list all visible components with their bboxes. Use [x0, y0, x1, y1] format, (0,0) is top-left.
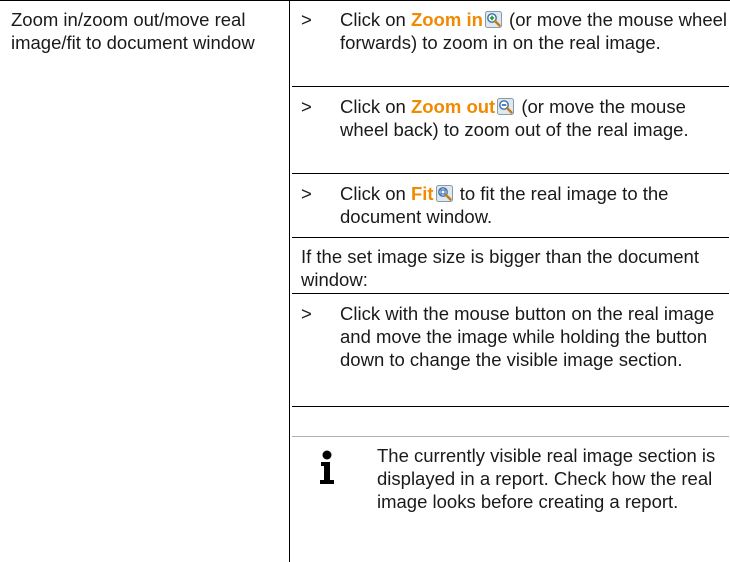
function-label: Zoom in/zoom out/move real image/fit to …	[11, 9, 255, 53]
step-text: Click on Zoom in (or move the mouse whee…	[340, 8, 730, 54]
step-prefix: Click on	[340, 183, 411, 204]
condition-text: If the set image size is bigger than the…	[301, 246, 699, 290]
row-divider	[292, 173, 729, 174]
step-marker: >	[301, 183, 312, 204]
zoom-out-keyword: Zoom out	[410, 96, 496, 117]
note-divider	[292, 436, 729, 437]
description-cell: > Click on Zoom in (or move the mouse wh…	[291, 0, 730, 562]
step-fit: > Click on Fit to fit the real image to …	[301, 182, 729, 228]
zoom-in-keyword: Zoom in	[410, 9, 483, 30]
fit-icon	[435, 184, 453, 202]
fit-keyword: Fit	[410, 183, 434, 204]
step-text: Click with the mouse button on the real …	[340, 303, 715, 370]
step-marker: >	[301, 303, 312, 324]
row-divider	[292, 86, 729, 87]
step-text: Click on Fit to fit the real image to th…	[340, 182, 730, 228]
zoom-out-icon	[497, 97, 515, 115]
step-marker: >	[301, 9, 312, 30]
step-zoom-out: > Click on Zoom out (or move the mouse w…	[301, 95, 729, 165]
step-marker: >	[301, 96, 312, 117]
row-divider	[292, 237, 729, 238]
row-divider	[292, 406, 729, 407]
note-text: The currently visible real image section…	[377, 445, 716, 512]
info-icon	[315, 450, 339, 486]
step-text: Click on Zoom out (or move the mouse whe…	[340, 95, 730, 141]
step-prefix: Click on	[340, 9, 411, 30]
function-cell: Zoom in/zoom out/move real image/fit to …	[0, 0, 290, 562]
step-zoom-in: > Click on Zoom in (or move the mouse wh…	[301, 8, 729, 78]
step-drag-image: > Click with the mouse button on the rea…	[301, 302, 729, 398]
row-divider	[292, 293, 729, 294]
step-prefix: Click on	[340, 96, 411, 117]
zoom-in-icon	[484, 10, 502, 28]
